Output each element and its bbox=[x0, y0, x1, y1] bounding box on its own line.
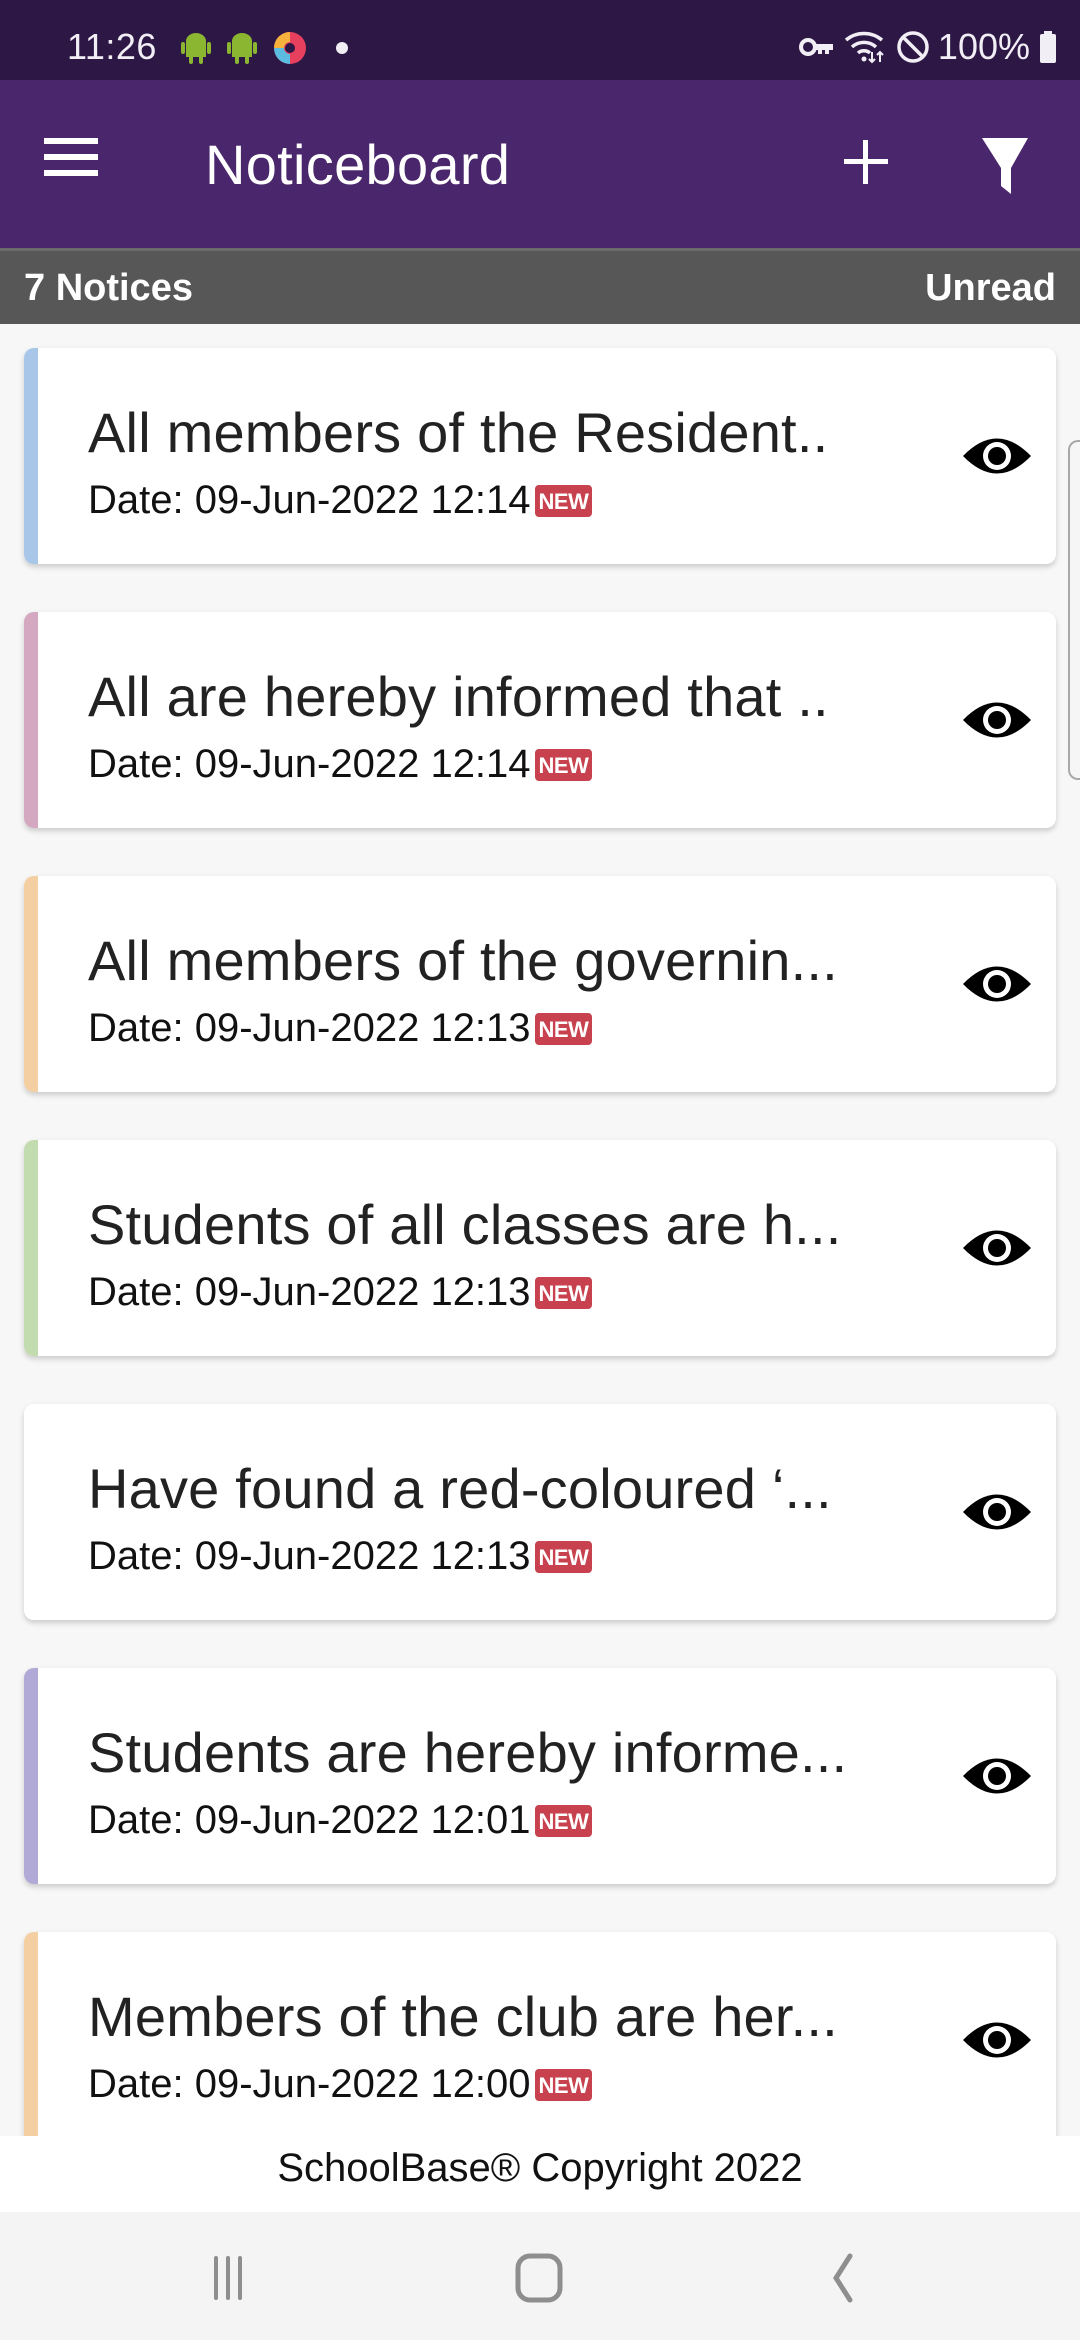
hamburger-menu-icon bbox=[44, 138, 104, 176]
notice-date: Date: 09-Jun-2022 12:13 bbox=[88, 1534, 531, 1578]
back-icon bbox=[833, 2253, 853, 2303]
notice-accent bbox=[24, 1404, 38, 1620]
notice-accent bbox=[24, 1932, 38, 2136]
menu-button[interactable] bbox=[44, 138, 104, 188]
dot-icon bbox=[336, 42, 348, 54]
notice-card[interactable]: Have found a red-coloured ‘... Date: 09-… bbox=[24, 1404, 1056, 1620]
notice-date-row: Date: 09-Jun-2022 12:13 NEW bbox=[88, 1006, 593, 1051]
eye-icon bbox=[963, 2022, 1031, 2058]
filter-button[interactable] bbox=[975, 130, 1035, 200]
system-status: 100% bbox=[798, 26, 1058, 68]
view-notice-button[interactable] bbox=[961, 695, 1033, 745]
app-notification-icon bbox=[274, 32, 306, 64]
add-notice-button[interactable] bbox=[836, 132, 896, 192]
notice-accent bbox=[24, 1140, 38, 1356]
view-notice-button[interactable] bbox=[961, 959, 1033, 1009]
status-time: 11:26 bbox=[67, 26, 157, 67]
eye-icon bbox=[963, 438, 1031, 474]
unread-filter-label[interactable]: Unread bbox=[925, 267, 1056, 310]
vpn-key-icon bbox=[798, 38, 833, 56]
notice-date-row: Date: 09-Jun-2022 12:01 NEW bbox=[88, 1798, 593, 1843]
app-bar: Noticeboard bbox=[0, 80, 1080, 248]
new-badge: NEW bbox=[534, 1012, 593, 1045]
android-icon bbox=[181, 33, 211, 64]
home-button[interactable] bbox=[500, 2246, 580, 2306]
recents-icon bbox=[214, 2256, 242, 2300]
notice-date: Date: 09-Jun-2022 12:14 bbox=[88, 742, 531, 786]
plus-icon bbox=[844, 140, 888, 184]
new-badge: NEW bbox=[534, 748, 593, 781]
notice-card[interactable]: Students of all classes are h... Date: 0… bbox=[24, 1140, 1056, 1356]
new-badge: NEW bbox=[534, 1540, 593, 1573]
notice-date: Date: 09-Jun-2022 12:14 bbox=[88, 478, 531, 522]
notice-accent bbox=[24, 1668, 38, 1884]
notice-accent bbox=[24, 612, 38, 828]
notice-date: Date: 09-Jun-2022 12:13 bbox=[88, 1270, 531, 1314]
system-nav-bar bbox=[0, 2212, 1080, 2340]
notice-accent bbox=[24, 348, 38, 564]
notice-date-row: Date: 09-Jun-2022 12:13 NEW bbox=[88, 1270, 593, 1315]
battery-percent: 100% bbox=[937, 26, 1030, 67]
notice-title: Students are hereby informe... bbox=[88, 1721, 848, 1784]
notice-card[interactable]: Members of the club are her... Date: 09-… bbox=[24, 1932, 1056, 2136]
notification-icons bbox=[180, 30, 348, 66]
notice-count: 7 Notices bbox=[24, 267, 193, 309]
back-button[interactable] bbox=[800, 2246, 880, 2306]
notice-title: Have found a red-coloured ‘... bbox=[88, 1457, 832, 1520]
battery-icon bbox=[1040, 31, 1056, 63]
notice-date-row: Date: 09-Jun-2022 12:14 NEW bbox=[88, 742, 593, 787]
eye-icon bbox=[963, 1758, 1031, 1794]
notice-list[interactable]: All members of the Resident.. Date: 09-J… bbox=[0, 324, 1080, 2136]
eye-icon bbox=[963, 966, 1031, 1002]
notice-date-row: Date: 09-Jun-2022 12:13 NEW bbox=[88, 1534, 593, 1579]
notice-title: Students of all classes are h... bbox=[88, 1193, 842, 1256]
notice-title: Members of the club are her... bbox=[88, 1985, 838, 2048]
view-notice-button[interactable] bbox=[961, 1487, 1033, 1537]
notice-card[interactable]: All members of the governin... Date: 09-… bbox=[24, 876, 1056, 1092]
view-notice-button[interactable] bbox=[961, 1223, 1033, 1273]
notice-title: All members of the governin... bbox=[88, 929, 838, 992]
new-badge: NEW bbox=[534, 1276, 593, 1309]
recents-button[interactable] bbox=[196, 2246, 276, 2306]
list-summary-bar: 7 Notices Unread bbox=[0, 248, 1080, 324]
notice-title: All are hereby informed that .. bbox=[88, 665, 829, 728]
filter-icon bbox=[982, 138, 1028, 194]
eye-icon bbox=[963, 702, 1031, 738]
notice-date: Date: 09-Jun-2022 12:13 bbox=[88, 1006, 531, 1050]
notice-date: Date: 09-Jun-2022 12:01 bbox=[88, 1798, 531, 1842]
android-icon bbox=[227, 33, 257, 64]
copyright-footer: SchoolBase® Copyright 2022 bbox=[0, 2136, 1080, 2212]
notice-accent bbox=[24, 876, 38, 1092]
new-badge: NEW bbox=[534, 1804, 593, 1837]
wifi-icon bbox=[844, 31, 884, 64]
view-notice-button[interactable] bbox=[961, 2015, 1033, 2065]
view-notice-button[interactable] bbox=[961, 1751, 1033, 1801]
view-notice-button[interactable] bbox=[961, 431, 1033, 481]
home-icon bbox=[515, 2253, 563, 2303]
eye-icon bbox=[963, 1230, 1031, 1266]
new-badge: NEW bbox=[534, 2068, 593, 2101]
do-not-disturb-icon bbox=[897, 31, 929, 63]
notice-card[interactable]: All members of the Resident.. Date: 09-J… bbox=[24, 348, 1056, 564]
eye-icon bbox=[963, 1494, 1031, 1530]
notice-card[interactable]: Students are hereby informe... Date: 09-… bbox=[24, 1668, 1056, 1884]
notice-date-row: Date: 09-Jun-2022 12:00 NEW bbox=[88, 2062, 593, 2107]
status-bar: 11:26 100% bbox=[0, 0, 1080, 80]
notice-title: All members of the Resident.. bbox=[88, 401, 829, 464]
page-title: Noticeboard bbox=[205, 133, 511, 196]
notice-date-row: Date: 09-Jun-2022 12:14 NEW bbox=[88, 478, 593, 523]
new-badge: NEW bbox=[534, 484, 593, 517]
scrollbar-handle[interactable] bbox=[1068, 440, 1080, 780]
notice-card[interactable]: All are hereby informed that .. Date: 09… bbox=[24, 612, 1056, 828]
notice-date: Date: 09-Jun-2022 12:00 bbox=[88, 2062, 531, 2106]
